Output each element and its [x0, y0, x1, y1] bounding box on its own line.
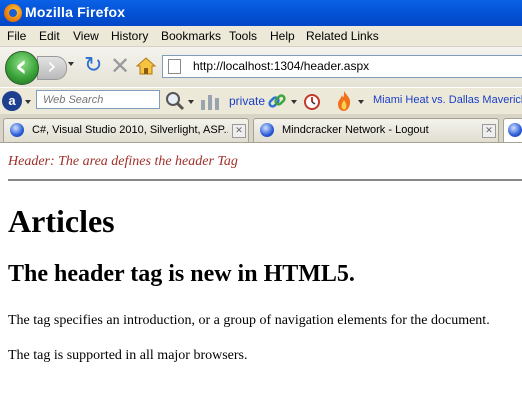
link-icon[interactable] [266, 90, 288, 112]
page-icon [168, 59, 181, 74]
window-titlebar: Mozilla Firefox [0, 0, 522, 26]
timer-icon[interactable] [302, 91, 322, 111]
ask-logo-icon[interactable]: a [2, 91, 22, 111]
window-title: Mozilla Firefox [25, 4, 126, 20]
tab-csharp[interactable]: C#, Visual Studio 2010, Silverlight, ASP… [3, 118, 249, 142]
chevron-down-icon[interactable] [358, 100, 364, 104]
menu-help[interactable]: Help [270, 29, 295, 43]
menu-view[interactable]: View [73, 29, 99, 43]
paragraph-1: The tag specifies an introduction, or a … [8, 313, 490, 328]
back-button[interactable] [5, 49, 39, 85]
close-icon[interactable]: ✕ [232, 124, 246, 138]
firefox-icon [4, 4, 22, 22]
section-heading: The header tag is new in HTML5. [8, 261, 355, 287]
menu-related-links[interactable]: Related Links [306, 29, 379, 43]
tab-favicon-icon [10, 123, 24, 137]
address-bar[interactable]: http://localhost:1304/header.aspx [162, 55, 522, 78]
private-label[interactable]: private [229, 94, 265, 108]
close-icon[interactable]: ✕ [482, 124, 496, 138]
address-url[interactable]: http://localhost:1304/header.aspx [193, 59, 369, 73]
tab-favicon-icon [260, 123, 274, 137]
tab-active[interactable] [503, 118, 522, 142]
tab-mindcracker[interactable]: Mindcracker Network - Logout ✕ [253, 118, 499, 142]
forward-button[interactable] [37, 52, 67, 80]
page-heading: Articles [8, 203, 115, 239]
tab-strip: C#, Visual Studio 2010, Silverlight, ASP… [0, 114, 522, 143]
menu-file[interactable]: File [7, 29, 26, 43]
horizontal-rule [8, 179, 522, 181]
news-link[interactable]: Miami Heat vs. Dallas Mavericks [373, 94, 522, 106]
menu-edit[interactable]: Edit [39, 29, 60, 43]
chevron-down-icon[interactable] [25, 100, 31, 104]
history-dropdown-icon[interactable] [68, 62, 74, 66]
header-note: Header: The area defines the header Tag [8, 154, 238, 169]
search-toolbar: a private Miami Heat vs. Dallas Maverick… [0, 87, 522, 115]
tab-favicon-icon [508, 123, 522, 137]
menu-bookmarks[interactable]: Bookmarks [161, 29, 221, 43]
menu-history[interactable]: History [111, 29, 148, 43]
chevron-down-icon[interactable] [188, 100, 194, 104]
search-icon[interactable] [165, 91, 185, 111]
home-icon[interactable] [136, 56, 156, 76]
tab-label: Mindcracker Network - Logout [282, 124, 429, 136]
search-input[interactable] [36, 90, 160, 109]
menu-tools[interactable]: Tools [229, 29, 257, 43]
chevron-down-icon[interactable] [291, 100, 297, 104]
flame-icon[interactable] [335, 90, 353, 112]
tab-label: C#, Visual Studio 2010, Silverlight, ASP… [32, 124, 228, 136]
reload-icon[interactable]: ↻ [84, 55, 102, 77]
navigation-toolbar: ↻ ✕ http://localhost:1304/header.aspx [0, 47, 522, 87]
menu-bar: File Edit View History Bookmarks Tools H… [0, 26, 522, 47]
stop-icon[interactable]: ✕ [110, 54, 130, 78]
paragraph-2: The tag is supported in all major browse… [8, 348, 248, 363]
chart-bars-icon[interactable] [200, 93, 220, 110]
page-content: Header: The area defines the header Tag … [0, 143, 522, 395]
